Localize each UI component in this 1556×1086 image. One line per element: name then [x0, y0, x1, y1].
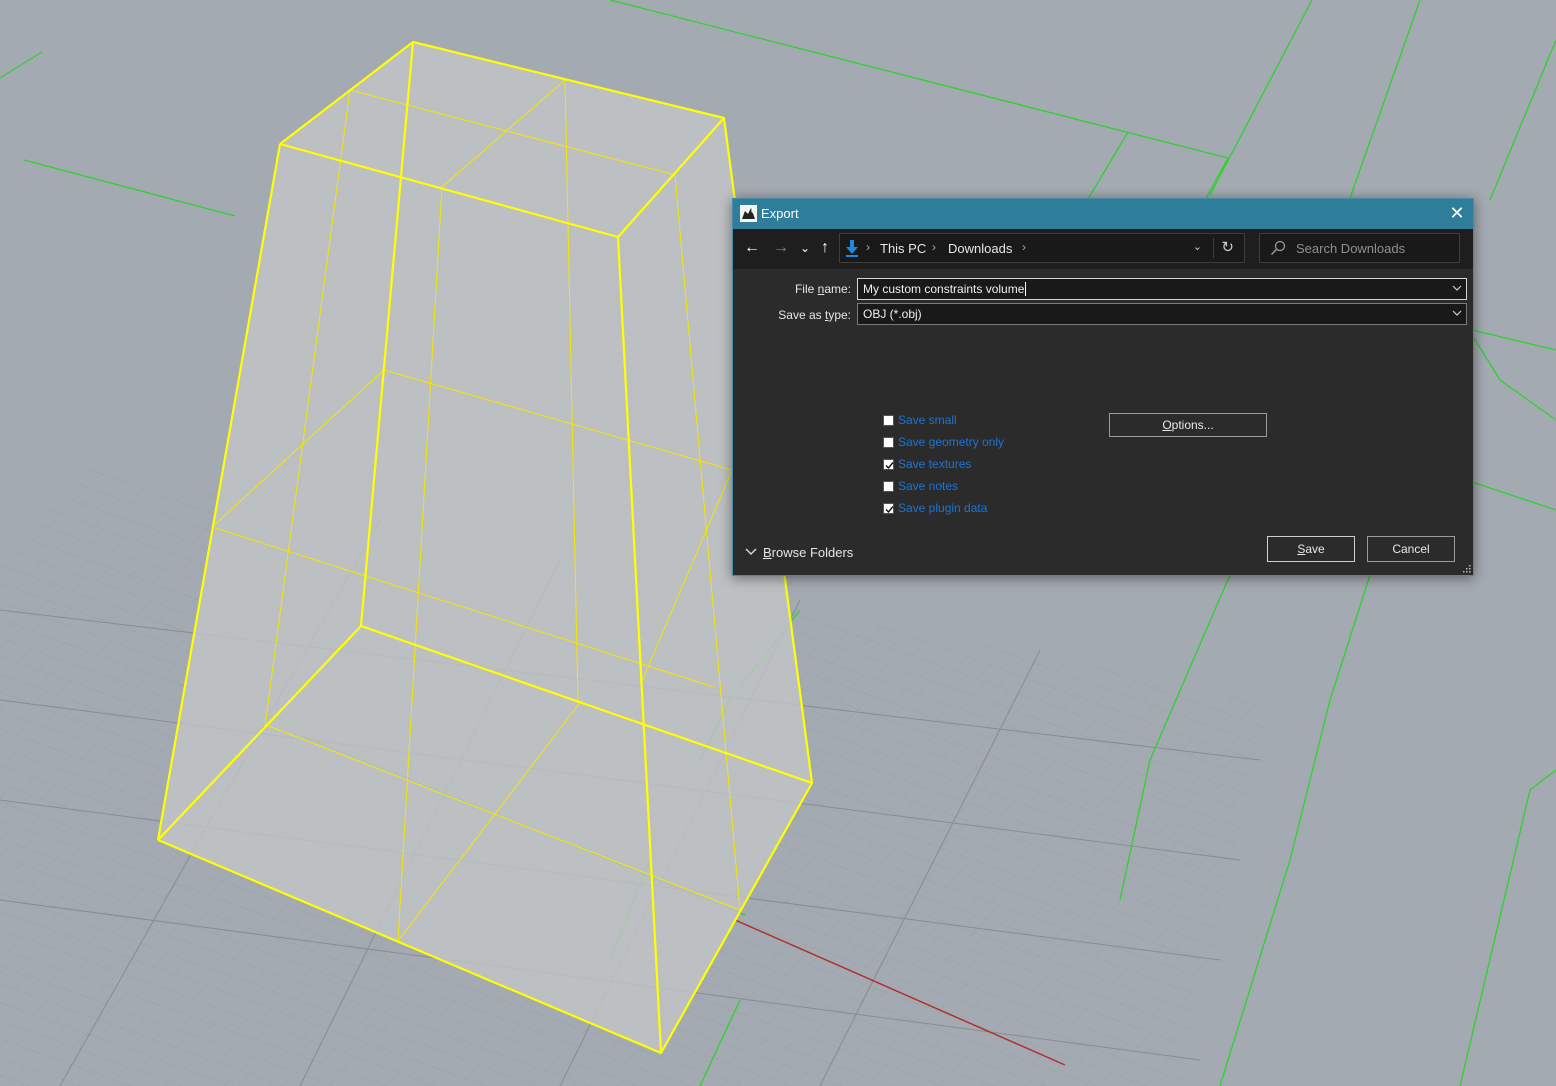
text-caret [1025, 282, 1027, 296]
rhino-app-icon: 6 [740, 205, 757, 222]
recent-locations-button[interactable]: ⌄ [795, 237, 815, 259]
refresh-icon[interactable]: ↻ [1221, 238, 1234, 256]
chevron-down-icon [1452, 310, 1462, 316]
search-input[interactable] [1296, 237, 1454, 259]
checkmark-icon [885, 506, 894, 514]
dialog-title: Export [761, 206, 799, 221]
chevron-down-icon: ⌄ [799, 241, 811, 255]
address-bar[interactable]: › This PC › Downloads › ⌄ ↻ [839, 233, 1245, 263]
back-button[interactable]: ← [742, 237, 762, 259]
browse-folders-label: rowse Folders [771, 545, 854, 560]
file-name-field[interactable]: My custom constraints volume [857, 278, 1467, 300]
options-button-accesskey: O [1162, 418, 1172, 432]
address-divider [1213, 238, 1214, 258]
browse-folders-toggle[interactable]: Browse Folders [745, 545, 853, 560]
file-name-label: File name: [795, 282, 851, 296]
breadcrumb-separator-icon: › [866, 240, 870, 254]
save-as-type-label-prefix: Save as [778, 308, 825, 322]
save-plugin-data-checkbox[interactable] [883, 503, 894, 514]
search-icon [1270, 240, 1286, 256]
save-plugin-data-label[interactable]: Save plugin data [898, 501, 987, 515]
browse-folders-accesskey: B [763, 545, 772, 560]
save-as-type-label-suffix: ype: [828, 308, 851, 322]
export-dialog: 6 Export ✕ ← → ⌄ ↑ › This PC › Downloads… [732, 198, 1474, 576]
resize-grip-icon[interactable] [1462, 564, 1471, 573]
breadcrumb-this-pc[interactable]: This PC [880, 241, 926, 256]
navigation-bar: ← → ⌄ ↑ › This PC › Downloads › ⌄ ↻ [733, 229, 1473, 269]
save-notes-checkbox[interactable] [883, 481, 894, 492]
save-as-type-value: OBJ (*.obj) [863, 307, 922, 321]
file-name-value[interactable]: My custom constraints volume [863, 282, 1027, 296]
close-icon: ✕ [1449, 203, 1465, 223]
save-as-type-select[interactable]: OBJ (*.obj) [857, 303, 1467, 325]
save-as-type-label: Save as type: [778, 308, 851, 322]
save-small-checkbox[interactable] [883, 415, 894, 426]
close-button[interactable]: ✕ [1441, 199, 1473, 229]
svg-text:6: 6 [751, 208, 755, 215]
downloads-arrow-icon [846, 240, 858, 257]
file-name-text: My custom constraints volume [863, 282, 1025, 296]
options-button-label: ptions... [1171, 418, 1214, 432]
save-notes-label[interactable]: Save notes [898, 479, 958, 493]
breadcrumb-downloads[interactable]: Downloads [948, 241, 1012, 256]
cancel-button-label: Cancel [1392, 542, 1430, 556]
dialog-titlebar[interactable]: 6 Export ✕ [733, 199, 1473, 229]
save-geometry-only-label[interactable]: Save geometry only [898, 435, 1004, 449]
save-button[interactable]: Save [1267, 536, 1355, 562]
file-name-label-prefix: File [794, 282, 818, 296]
save-textures-checkbox[interactable] [883, 459, 894, 470]
address-history-dropdown-icon[interactable]: ⌄ [1193, 240, 1202, 253]
back-arrow-icon: ← [744, 239, 760, 256]
save-small-label[interactable]: Save small [898, 413, 957, 427]
up-button[interactable]: ↑ [815, 237, 835, 259]
save-button-label: ave [1305, 542, 1325, 556]
breadcrumb-separator-icon: › [1022, 240, 1026, 254]
options-button[interactable]: Options... [1109, 413, 1267, 437]
chevron-down-icon[interactable] [1452, 282, 1462, 294]
checkmark-icon [885, 462, 894, 470]
chevron-down-icon [745, 548, 757, 555]
save-geometry-only-checkbox[interactable] [883, 437, 894, 448]
search-box[interactable] [1259, 233, 1460, 263]
forward-button[interactable]: → [771, 237, 791, 259]
cancel-button[interactable]: Cancel [1367, 536, 1455, 562]
forward-arrow-icon: → [773, 239, 789, 256]
save-textures-label[interactable]: Save textures [898, 457, 971, 471]
file-name-label-suffix: ame: [824, 282, 851, 296]
breadcrumb-separator-icon: › [932, 240, 936, 254]
up-arrow-icon: ↑ [821, 239, 829, 256]
